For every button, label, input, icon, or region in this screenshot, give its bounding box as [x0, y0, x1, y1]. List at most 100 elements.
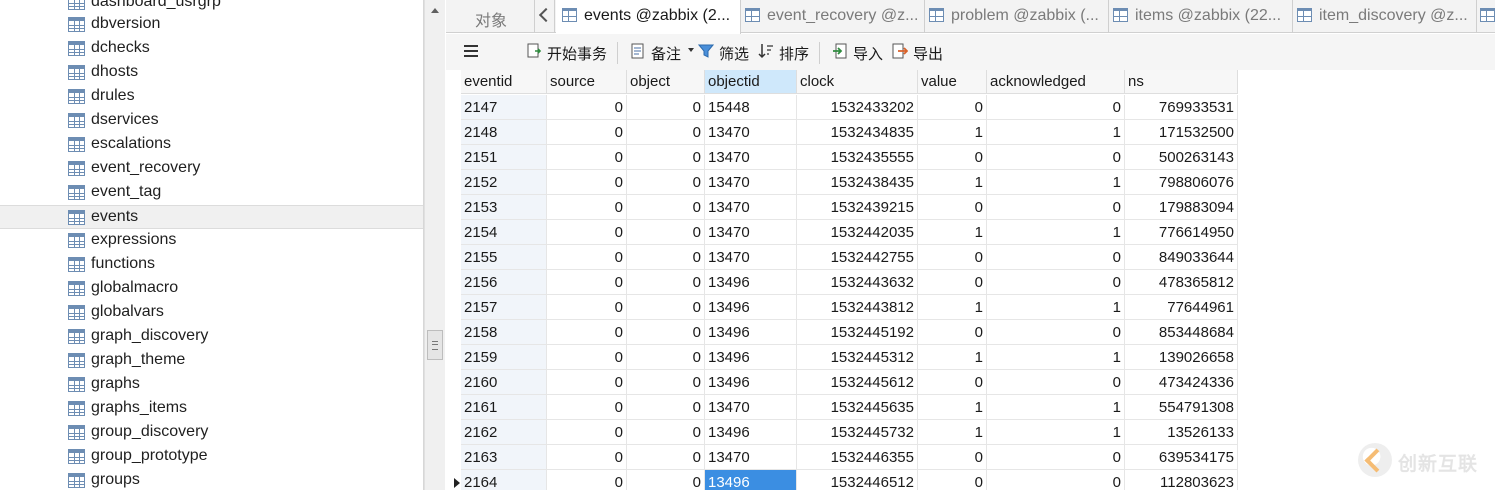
cell-value[interactable]: 0: [918, 145, 987, 170]
table-row[interactable]: 2162 0 0 13496 1532445732 1 1 13526133: [446, 420, 1238, 445]
cell-object[interactable]: 0: [627, 445, 705, 470]
table-row[interactable]: 2152 0 0 13470 1532438435 1 1 798806076: [446, 170, 1238, 195]
cell-ns[interactable]: 554791308: [1125, 395, 1238, 420]
column-header-value[interactable]: value: [918, 70, 987, 94]
cell-clock[interactable]: 1532443632: [797, 270, 918, 295]
cell-eventid[interactable]: 2164: [461, 470, 547, 490]
cell-source[interactable]: 0: [547, 195, 627, 220]
table-row[interactable]: 2159 0 0 13496 1532445312 1 1 139026658: [446, 345, 1238, 370]
tree-item-groups[interactable]: groups: [0, 469, 423, 490]
table-row[interactable]: 2160 0 0 13496 1532445612 0 0 473424336: [446, 370, 1238, 395]
cell-source[interactable]: 0: [547, 270, 627, 295]
tab-item-discovery[interactable]: item_discovery @z...: [1293, 0, 1477, 33]
cell-acknowledged[interactable]: 0: [987, 145, 1125, 170]
cell-clock[interactable]: 1532445192: [797, 320, 918, 345]
cell-objectid[interactable]: 13470: [705, 170, 797, 195]
cell-acknowledged[interactable]: 0: [987, 95, 1125, 120]
cell-clock[interactable]: 1532439215: [797, 195, 918, 220]
cell-clock[interactable]: 1532443812: [797, 295, 918, 320]
column-header-object[interactable]: object: [627, 70, 705, 94]
cell-acknowledged[interactable]: 1: [987, 295, 1125, 320]
tree-item-dservices[interactable]: dservices: [0, 109, 423, 133]
cell-eventid[interactable]: 2155: [461, 245, 547, 270]
cell-acknowledged[interactable]: 1: [987, 220, 1125, 245]
cell-clock[interactable]: 1532446355: [797, 445, 918, 470]
cell-acknowledged[interactable]: 1: [987, 420, 1125, 445]
cell-source[interactable]: 0: [547, 345, 627, 370]
cell-objectid[interactable]: 13470: [705, 445, 797, 470]
cell-ns[interactable]: 77644961: [1125, 295, 1238, 320]
cell-object[interactable]: 0: [627, 420, 705, 445]
cell-ns[interactable]: 639534175: [1125, 445, 1238, 470]
table-row[interactable]: 2147 0 0 15448 1532433202 0 0 769933531: [446, 95, 1238, 120]
tab-events[interactable]: events @zabbix (2...: [556, 0, 741, 34]
cell-eventid[interactable]: 2159: [461, 345, 547, 370]
cell-eventid[interactable]: 2154: [461, 220, 547, 245]
cell-source[interactable]: 0: [547, 395, 627, 420]
cell-object[interactable]: 0: [627, 170, 705, 195]
cell-value[interactable]: 0: [918, 320, 987, 345]
scroll-thumb[interactable]: [427, 330, 443, 360]
tree-item-group-prototype[interactable]: group_prototype: [0, 445, 423, 469]
cell-acknowledged[interactable]: 1: [987, 120, 1125, 145]
cell-acknowledged[interactable]: 0: [987, 195, 1125, 220]
cell-object[interactable]: 0: [627, 345, 705, 370]
tree-item-drules[interactable]: drules: [0, 85, 423, 109]
cell-eventid[interactable]: 2151: [461, 145, 547, 170]
cell-clock[interactable]: 1532434835: [797, 120, 918, 145]
tree-item-dbversion[interactable]: dbversion: [0, 13, 423, 37]
cell-acknowledged[interactable]: 0: [987, 370, 1125, 395]
tree-item-event-recovery[interactable]: event_recovery: [0, 157, 423, 181]
tree-item-escalations[interactable]: escalations: [0, 133, 423, 157]
cell-objectid[interactable]: 13470: [705, 220, 797, 245]
cell-value[interactable]: 1: [918, 170, 987, 195]
cell-ns[interactable]: 776614950: [1125, 220, 1238, 245]
tree-item-graph-theme[interactable]: graph_theme: [0, 349, 423, 373]
cell-acknowledged[interactable]: 0: [987, 445, 1125, 470]
column-header-ns[interactable]: ns: [1125, 70, 1238, 94]
cell-source[interactable]: 0: [547, 320, 627, 345]
cell-objectid[interactable]: 13470: [705, 120, 797, 145]
cell-eventid[interactable]: 2147: [461, 95, 547, 120]
chevron-left-icon[interactable]: [535, 0, 555, 33]
cell-ns[interactable]: 500263143: [1125, 145, 1238, 170]
cell-object[interactable]: 0: [627, 295, 705, 320]
table-row[interactable]: 2151 0 0 13470 1532435555 0 0 500263143: [446, 145, 1238, 170]
table-row[interactable]: 2158 0 0 13496 1532445192 0 0 853448684: [446, 320, 1238, 345]
cell-clock[interactable]: 1532445312: [797, 345, 918, 370]
cell-clock[interactable]: 1532442035: [797, 220, 918, 245]
cell-acknowledged[interactable]: 0: [987, 245, 1125, 270]
cell-objectid[interactable]: 15448: [705, 95, 797, 120]
cell-ns[interactable]: 13526133: [1125, 420, 1238, 445]
column-header-acknowledged[interactable]: acknowledged: [987, 70, 1125, 94]
tree-item-group-discovery[interactable]: group_discovery: [0, 421, 423, 445]
cell-value[interactable]: 1: [918, 395, 987, 420]
tree-item-events[interactable]: events: [0, 205, 423, 229]
cell-ns[interactable]: 849033644: [1125, 245, 1238, 270]
cell-value[interactable]: 0: [918, 470, 987, 490]
cell-clock[interactable]: 1532438435: [797, 170, 918, 195]
table-row[interactable]: 2164 0 0 13496 1532446512 0 0 112803623: [446, 470, 1238, 490]
cell-source[interactable]: 0: [547, 370, 627, 395]
cell-source[interactable]: 0: [547, 470, 627, 490]
tree-item-graphs[interactable]: graphs: [0, 373, 423, 397]
cell-objectid[interactable]: 13496: [705, 295, 797, 320]
table-row[interactable]: 2157 0 0 13496 1532443812 1 1 77644961: [446, 295, 1238, 320]
cell-value[interactable]: 1: [918, 220, 987, 245]
cell-object[interactable]: 0: [627, 120, 705, 145]
cell-value[interactable]: 1: [918, 420, 987, 445]
tree-item-globalmacro[interactable]: globalmacro: [0, 277, 423, 301]
cell-clock[interactable]: 1532442755: [797, 245, 918, 270]
tree-item-event-tag[interactable]: event_tag: [0, 181, 423, 205]
cell-eventid[interactable]: 2156: [461, 270, 547, 295]
cell-eventid[interactable]: 2162: [461, 420, 547, 445]
column-header-clock[interactable]: clock: [797, 70, 918, 94]
scroll-up-arrow-icon[interactable]: [425, 0, 445, 22]
cell-clock[interactable]: 1532445635: [797, 395, 918, 420]
cell-value[interactable]: 0: [918, 270, 987, 295]
cell-objectid[interactable]: 13496: [705, 320, 797, 345]
tree-item-globalvars[interactable]: globalvars: [0, 301, 423, 325]
cell-value[interactable]: 1: [918, 345, 987, 370]
cell-eventid[interactable]: 2153: [461, 195, 547, 220]
cell-objectid[interactable]: 13496: [705, 420, 797, 445]
